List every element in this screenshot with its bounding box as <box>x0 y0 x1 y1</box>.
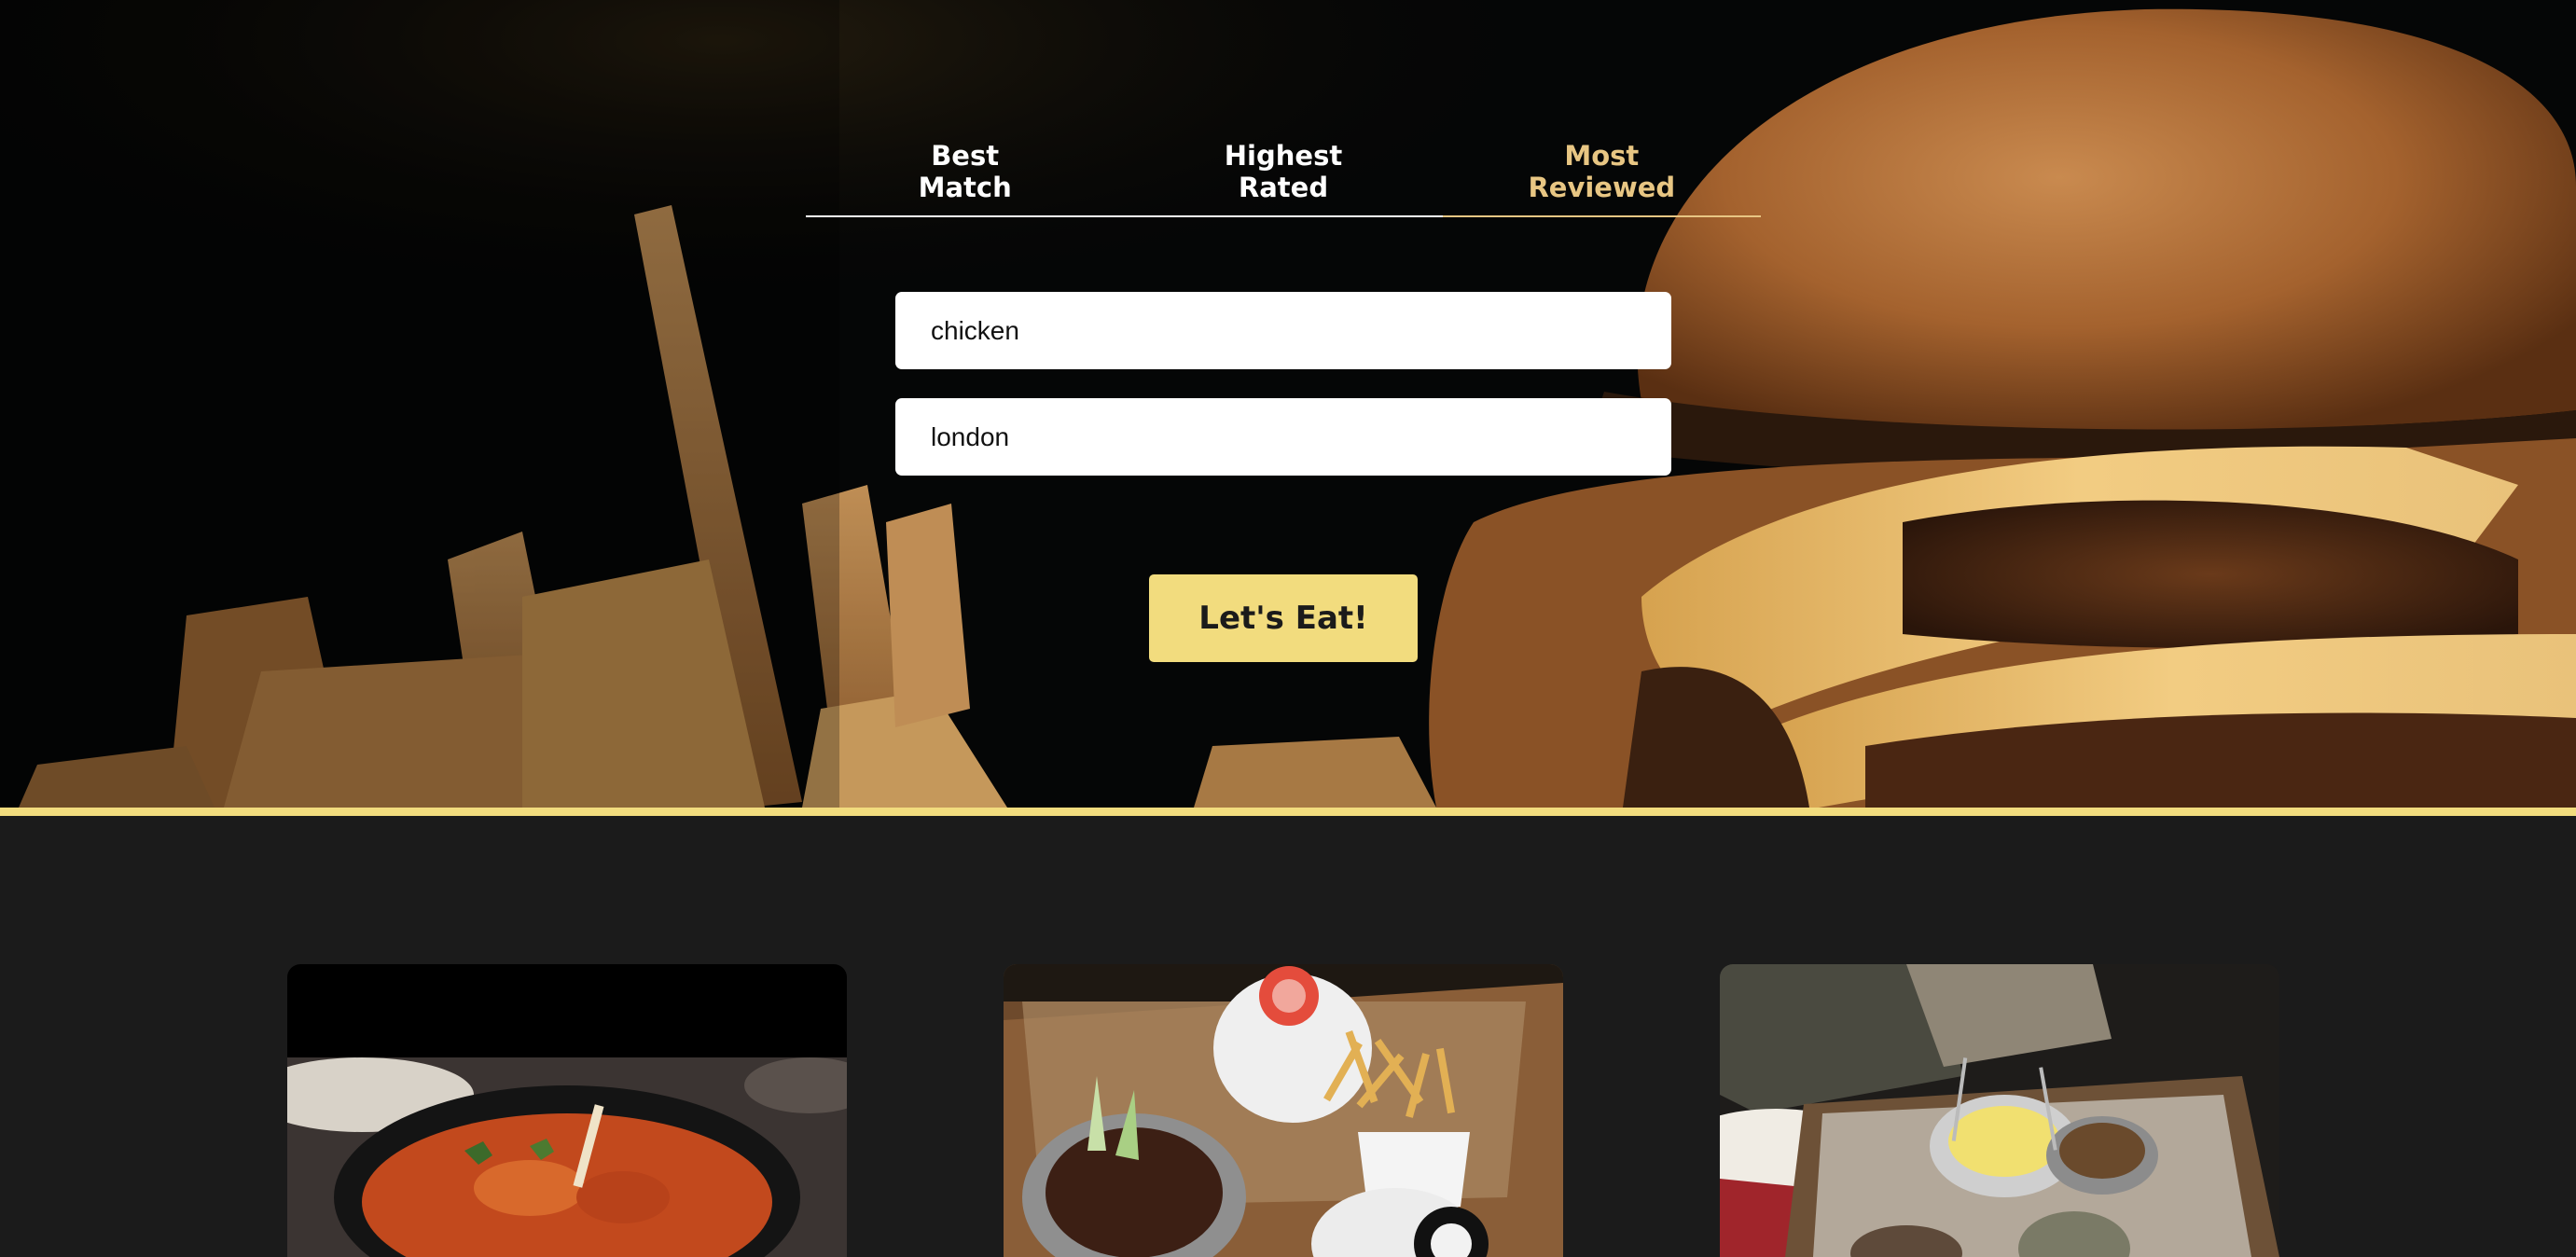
search-term-input[interactable] <box>895 292 1671 369</box>
tab-highest-rated-line2: Rated <box>1238 172 1329 203</box>
tab-highest-rated-line1: Highest <box>1224 140 1343 172</box>
burger-wings-fries-image <box>1004 964 1563 1257</box>
tab-most-reviewed-line2: Reviewed <box>1528 172 1676 203</box>
hero-accent-border <box>0 808 2576 816</box>
tab-most-reviewed-line1: Most <box>1564 140 1640 172</box>
lets-eat-button[interactable]: Let's Eat! <box>1149 574 1418 662</box>
result-card[interactable] <box>1720 964 2279 1257</box>
tab-most-reviewed[interactable]: Most Reviewed <box>1442 140 1761 217</box>
result-card[interactable] <box>1004 964 1563 1257</box>
curry-bowl-image <box>287 964 847 1257</box>
sort-tabs: Best Match Highest Rated Most Reviewed <box>806 140 1761 217</box>
tab-highest-rated[interactable]: Highest Rated <box>1124 140 1443 217</box>
dining-table-dishes-image <box>1720 964 2279 1257</box>
tab-best-match[interactable]: Best Match <box>806 140 1125 217</box>
tab-best-match-line2: Match <box>918 172 1012 203</box>
location-input[interactable] <box>895 398 1671 476</box>
result-card[interactable] <box>287 964 847 1257</box>
tab-best-match-line1: Best <box>931 140 1000 172</box>
